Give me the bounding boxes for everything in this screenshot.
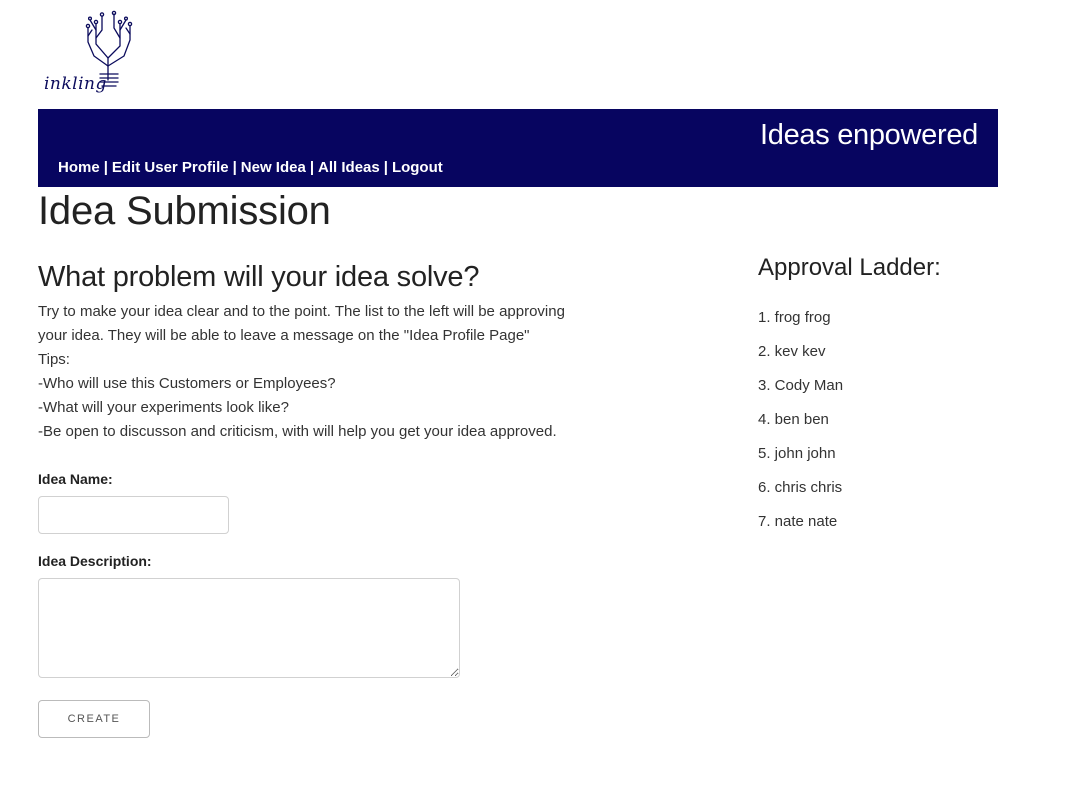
header-tagline: Ideas enpowered <box>760 119 978 151</box>
list-item: 3. Cody Man <box>758 377 844 394</box>
approval-ladder-list: 1. frog frog 2. kev kev 3. Cody Man 4. b… <box>758 308 843 546</box>
nav-link-edit-user-profile[interactable]: Edit User Profile <box>112 159 229 176</box>
header-bar: Ideas enpowered Home | Edit User Profile | N… <box>38 109 998 187</box>
nav-link-home[interactable]: Home <box>58 159 100 176</box>
nav-link-new-idea[interactable]: New Idea <box>241 159 306 176</box>
idea-description-label: Idea Description: <box>38 553 152 569</box>
instructions-tips-heading: Tips: <box>38 351 70 368</box>
approval-ladder-heading: Approval Ladder: <box>758 254 941 281</box>
nav-link-logout[interactable]: Logout <box>392 159 443 176</box>
idea-description-input[interactable] <box>38 578 460 678</box>
instructions-tip: -Who will use this Customers or Employee… <box>38 375 336 392</box>
nav-separator: | <box>309 159 315 176</box>
instructions-tip: -Be open to discusson and criticism, wit… <box>38 423 557 440</box>
nav-separator: | <box>232 159 237 176</box>
list-item: 1. frog frog <box>758 309 831 326</box>
instructions-tip: -What will your experiments look like? <box>38 399 289 416</box>
list-item: 6. chris chris <box>758 479 843 496</box>
idea-name-label: Idea Name: <box>38 471 113 487</box>
instructions: Try to make your idea clear and to the p… <box>38 300 578 444</box>
nav-separator: | <box>103 159 108 176</box>
logo: inkling <box>40 10 136 102</box>
form-heading: What problem will your idea solve? <box>38 261 480 293</box>
logo-wordmark: inkling <box>44 74 107 94</box>
create-button[interactable]: CREATE <box>38 700 150 738</box>
list-item: 7. nate nate <box>758 513 838 530</box>
list-item: 5. john john <box>758 445 836 462</box>
idea-name-input[interactable] <box>38 496 229 534</box>
instructions-intro: Try to make your idea clear and to the p… <box>38 303 565 344</box>
nav-separator: | <box>383 159 388 176</box>
list-item: 2. kev kev <box>758 343 826 360</box>
main-nav: Home | Edit User Profile | New Idea | All Idea… <box>58 159 443 176</box>
nav-link-all-ideas[interactable]: All Ideas <box>318 159 380 176</box>
page-title: Idea Submission <box>38 189 331 233</box>
list-item: 4. ben ben <box>758 411 829 428</box>
